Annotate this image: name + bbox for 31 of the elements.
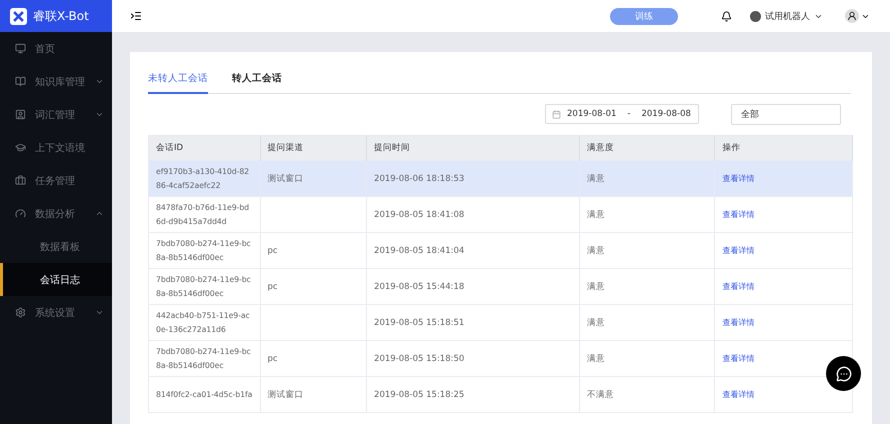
view-details-link[interactable]: 查看详情 [722,246,754,254]
column-header: 提问渠道 [260,136,367,160]
tab[interactable]: 未转人工会话 [148,72,208,94]
sidebar-item[interactable]: 任务管理 [0,164,112,197]
view-details-link[interactable]: 查看详情 [722,318,754,326]
view-details-link[interactable]: 查看详情 [722,354,754,362]
sidebar-item[interactable]: 上下文语境 [0,131,112,164]
view-details-link[interactable]: 查看详情 [722,174,754,182]
table-cell: 不满意 [580,376,715,412]
sidebar-item[interactable]: 数据分析 [0,197,112,230]
select-field[interactable]: 全部 [731,104,841,125]
sidebar-subitem[interactable]: 会话日志 [0,263,112,296]
column-header: 操作 [714,136,852,160]
date-range-field[interactable]: 2019-08-01 - 2019-08-08 [545,104,699,124]
tab[interactable]: 转人工会话 [232,72,282,94]
sidebar-item[interactable]: 词汇管理 [0,98,112,131]
sidebar-item[interactable]: 知识库管理 [0,65,112,98]
view-details-link[interactable]: 查看详情 [722,210,754,218]
view-details-link[interactable]: 查看详情 [722,282,754,290]
brand-name: 睿联X-Bot [33,8,89,24]
column-header: 会话ID [148,136,260,160]
column-header: 提问时间 [366,136,580,160]
sidebar-subitem[interactable]: 数据看板 [0,230,112,263]
table-cell: 测试窗口 [260,376,367,412]
view-details-link[interactable]: 查看详情 [722,390,754,398]
column-header: 满意度 [580,136,715,160]
table-cell: 2019-08-06 18:18:53 [366,160,580,196]
bot-selector[interactable]: 试用机器人 [750,10,823,22]
sidebar-item[interactable]: 首页 [0,32,112,65]
table-cell: 2019-08-05 15:18:25 [366,376,580,412]
sidebar-item[interactable]: 系统设置 [0,296,112,329]
